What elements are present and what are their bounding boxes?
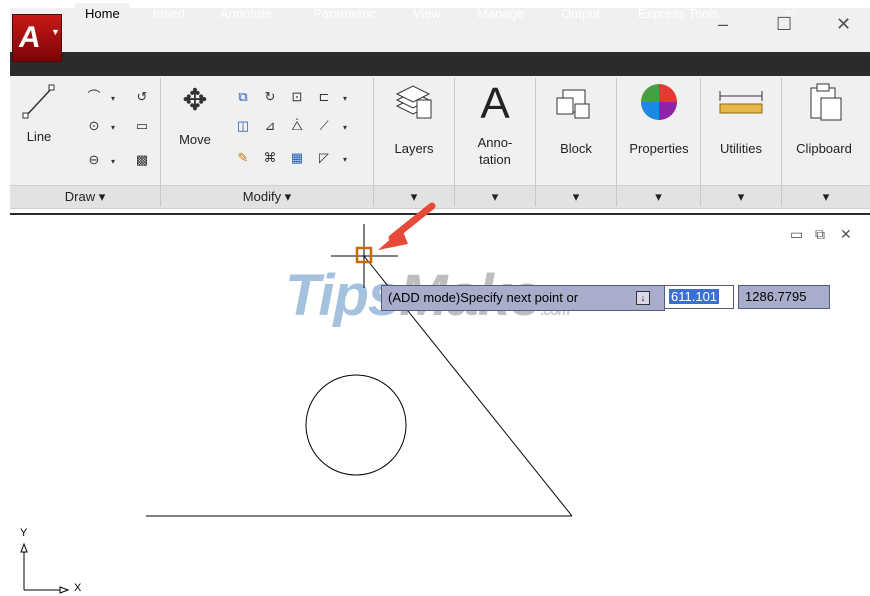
coordinate-x-value: 611.101 [669,289,720,304]
ucs-icon [20,542,70,594]
red-arrow-icon [378,202,436,250]
command-prompt-text: (ADD mode)Specify next point or [388,290,579,305]
drawn-circle [305,374,407,476]
coordinate-x-input[interactable]: 611.101 [664,285,734,309]
application-menu-button[interactable]: A ▼ [12,14,62,62]
chevron-down-icon: ▼ [51,27,60,37]
autocad-logo-icon: A [16,21,44,54]
coordinate-y-input[interactable]: 1286.7795 [738,285,830,309]
options-down-arrow-icon[interactable]: ↓ [636,291,650,305]
dynamic-input-prompt: (ADD mode)Specify next point or ↓ [381,285,665,311]
ucs-y-label: Y [20,527,28,539]
ucs-x-label: X [74,582,82,594]
